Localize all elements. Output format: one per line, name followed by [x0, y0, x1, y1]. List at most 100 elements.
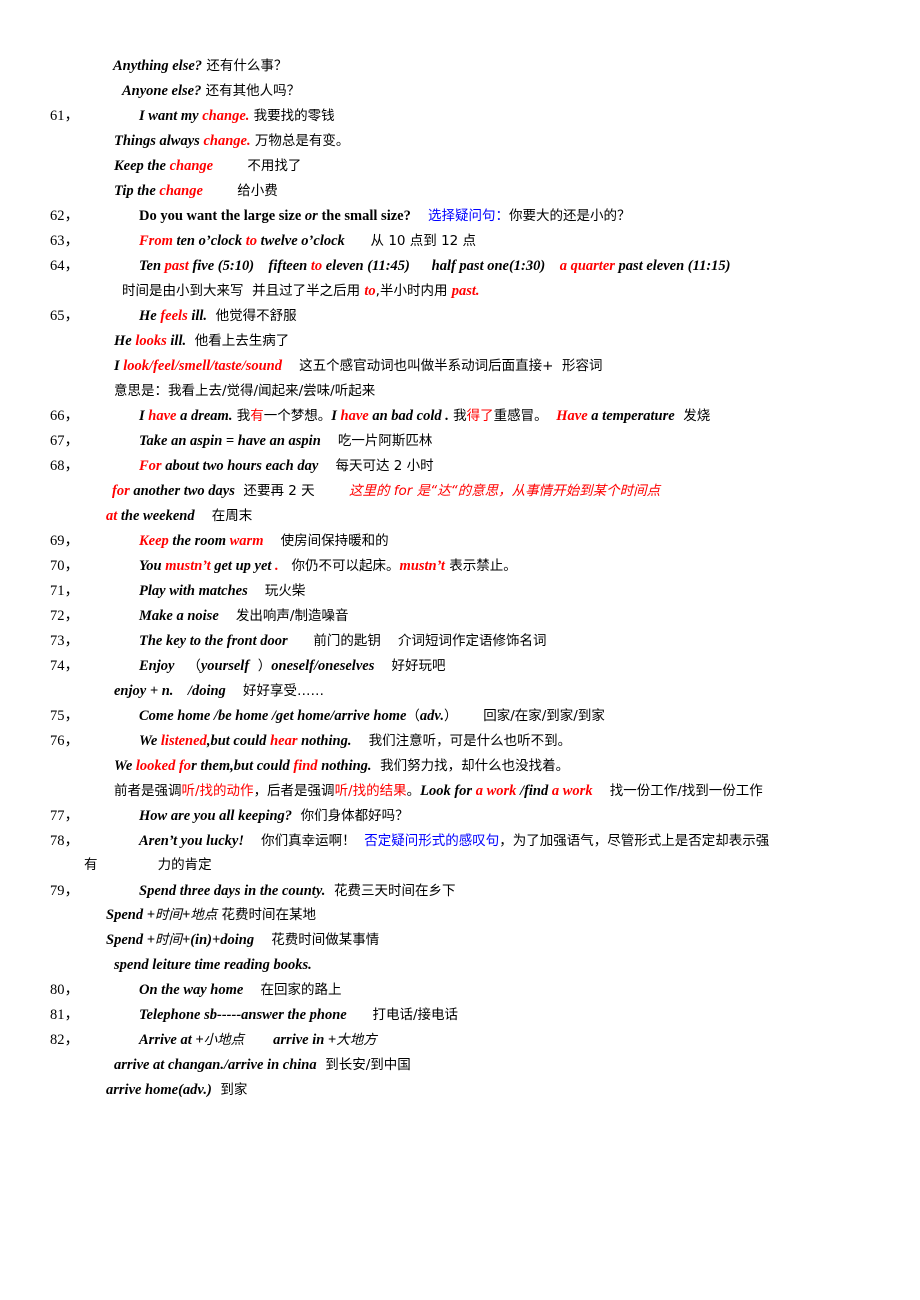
english-phrase: Spend + [106, 932, 155, 948]
item-number: 61， [50, 108, 79, 124]
chinese-text: 你要大的还是小的？ [509, 208, 631, 224]
chinese-text: 你们身体都好吗？ [292, 808, 409, 824]
english-phrase: Arrive at + [139, 1032, 204, 1048]
highlighted-english-phrase: a work [475, 783, 517, 799]
document-line: spend leiture time reading books. [0, 953, 920, 977]
highlighted-english-phrase: change [169, 158, 214, 174]
line-text: 前者是强调听/找的动作，后者是强调听/找的结果。Look for a work … [114, 779, 763, 803]
line-text: 有 力的肯定 [84, 853, 212, 877]
highlighted-english-phrase: change [159, 183, 203, 199]
document-line: 66， I have a dream. 我有一个梦想。I have an bad … [0, 404, 920, 428]
english-phrase: On the way home [139, 982, 244, 998]
line-text: On the way home 在回家的路上 [139, 978, 342, 1002]
highlighted-english-phrase: . [271, 558, 279, 574]
english-phrase: adv. [419, 708, 444, 724]
english-phrase: Do you want the large size [139, 208, 305, 224]
chinese-text: 从 10 点到 12 点 [344, 233, 477, 249]
chinese-text: ,半小时内用 [375, 283, 452, 299]
english-phrase: I [139, 408, 149, 424]
line-text: enjoy + n. /doing 好好享受…… [114, 679, 324, 703]
english-phrase: The key to the front door [139, 633, 288, 649]
highlighted-english-phrase: Keep [139, 533, 169, 549]
document-line: 71， Play with matches 玩火柴 [0, 579, 920, 603]
english-phrase: the small size? [317, 208, 411, 224]
note-chinese-text: 选择疑问句： [410, 208, 510, 224]
highlighted-english-phrase: to [245, 233, 258, 249]
highlighted-english-phrase: for [112, 483, 130, 499]
item-number: 82， [50, 1032, 79, 1048]
english-phrase: enjoy + n. /doing [114, 683, 226, 699]
item-number: 80， [50, 982, 79, 998]
document-line: 62， Do you want the large size or the sma… [0, 204, 920, 228]
chinese-text: （ [174, 658, 201, 674]
document-line: Spend +时间+(in)+doing 花费时间做某事情 [0, 928, 920, 952]
english-phrase: or [304, 208, 318, 224]
chinese-text: 我 [232, 408, 251, 424]
english-phrase: Anyone else? [122, 83, 202, 99]
line-text: Aren’t you lucky! 你们真幸运啊！ 否定疑问形式的感叹句，为了加… [139, 829, 769, 853]
line-text: Anyone else? 还有其他人吗？ [122, 79, 300, 103]
chinese-text: 使房间保持暖和的 [263, 533, 389, 549]
document-line: Things always change. 万物总是有变。 [0, 129, 920, 153]
item-number: 62， [50, 208, 79, 224]
english-phrase: He [139, 308, 161, 324]
english-phrase: You [139, 558, 166, 574]
highlighted-english-phrase: hear [270, 733, 298, 749]
chinese-text: 每天可达 2 小时 [318, 458, 434, 474]
line-text: Telephone sb-----answer the phone 打电话/接电… [139, 1003, 458, 1027]
document-line: 65， He feels ill. 他觉得不舒服 [0, 304, 920, 328]
english-phrase: ten o’clock [172, 233, 246, 249]
highlighted-english-phrase: From [139, 233, 173, 249]
chinese-text: 。 [406, 783, 421, 799]
english-phrase: another two days [129, 483, 235, 499]
chinese-text: 我要找的零钱 [249, 108, 335, 124]
english-phrase: Telephone sb-----answer the phone [139, 1007, 347, 1023]
line-text: Arrive at +小地点 arrive in +大地方 [139, 1028, 377, 1052]
item-number: 68， [50, 458, 79, 474]
line-text: Make a noise 发出响声/制造噪音 [139, 604, 348, 628]
line-text: Keep the room warm 使房间保持暖和的 [139, 529, 389, 553]
item-number: 71， [50, 583, 79, 599]
line-text: arrive at changan./arrive in china 到长安/到… [114, 1053, 411, 1077]
item-number: 69， [50, 533, 79, 549]
chinese-text: 不用找了 [213, 158, 302, 174]
document-line: 61， I want my change. 我要找的零钱 [0, 104, 920, 128]
item-number: 78， [50, 833, 79, 849]
line-text: Ten past five (5:10) fifteen to eleven (… [139, 254, 731, 278]
chinese-text: 前门的匙钥 介词短词作定语修饰名词 [287, 633, 547, 649]
english-phrase: a temperature [587, 408, 675, 424]
english-phrase: get up yet [210, 558, 272, 574]
chinese-text: 地点 [190, 907, 218, 923]
item-number: 65， [50, 308, 79, 324]
chinese-text: 他觉得不舒服 [207, 308, 297, 324]
document-line: We looked for them,but could find nothin… [0, 754, 920, 778]
highlighted-english-phrase: a work [551, 783, 593, 799]
document-line: Keep the change 不用找了 [0, 154, 920, 178]
line-text: Spend +时间+地点 花费时间在某地 [106, 903, 316, 927]
document-line: 70， You mustn’t get up yet . 你仍不可以起床。must… [0, 554, 920, 578]
chinese-text: 表示禁止。 [444, 558, 517, 574]
highlighted-english-phrase: mustn’t [399, 558, 445, 574]
highlighted-english-phrase: a quarter [559, 258, 615, 274]
english-phrase: arrive home(adv.) [106, 1082, 212, 1098]
english-phrase: five (5:10) fifteen [188, 258, 311, 274]
document-line: arrive at changan./arrive in china 到长安/到… [0, 1053, 920, 1077]
english-phrase: arrive at changan./arrive in china [114, 1057, 317, 1073]
english-phrase: We [114, 758, 136, 774]
chinese-text: 回家/在家/到家/到家 [457, 708, 605, 724]
item-number: 66， [50, 408, 79, 424]
english-phrase: Things always [114, 133, 204, 149]
english-phrase: oneself/oneselves [271, 658, 375, 674]
chinese-text: 在回家的路上 [243, 982, 342, 998]
chinese-text: 你们真幸运啊！ [244, 833, 365, 849]
line-text: Do you want the large size or the small … [139, 204, 631, 228]
english-phrase: Spend + [106, 907, 155, 923]
highlighted-chinese-text: 听/找的动作 [181, 783, 254, 799]
highlighted-english-phrase: looked fo [135, 758, 192, 774]
note-chinese-text: 否定疑问形式的感叹句 [364, 833, 500, 849]
line-text: arrive home(adv.) 到家 [106, 1078, 247, 1102]
item-number: 76， [50, 733, 79, 749]
english-phrase: nothing. [297, 733, 352, 749]
chinese-text: 花费时间做某事情 [254, 932, 380, 948]
chinese-text: 在周末 [194, 508, 253, 524]
